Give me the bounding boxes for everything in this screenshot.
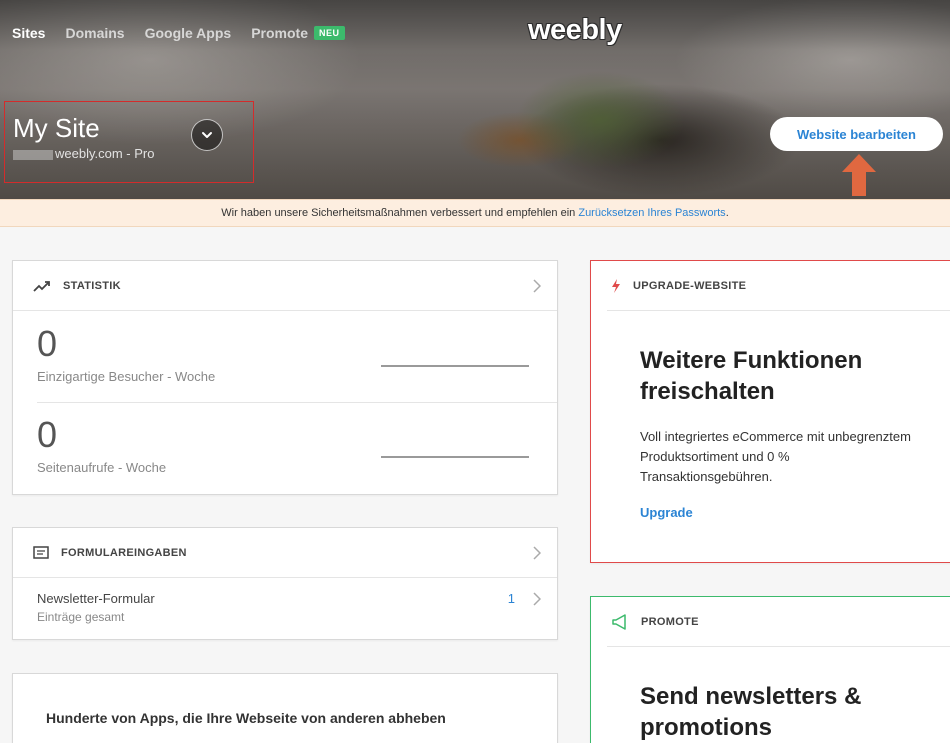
promote-card: PROMOTE Send newsletters & promotions [590,596,950,743]
stat-label: Einzigartige Besucher - Woche [37,369,216,384]
form-sub: Einträge gesamt [37,610,125,624]
upgrade-link[interactable]: Upgrade [640,505,693,520]
trending-up-icon [33,280,50,292]
chevron-right-icon[interactable] [533,592,541,606]
stats-title: STATISTIK [63,279,121,292]
stat-unique-visitors: 0 Einzigartige Besucher - Woche [37,323,215,384]
stat-value: 0 [37,414,58,455]
site-url-text: weebly.com - Pro [55,146,155,161]
reset-password-link[interactable]: Zurücksetzen Ihres Passworts [578,207,725,219]
stat-sparkline [381,456,529,458]
promote-card-header: PROMOTE [607,597,950,647]
site-name: My Site [13,113,100,143]
edit-website-button[interactable]: Website bearbeiten [770,117,943,151]
nav-google-apps[interactable]: Google Apps [145,25,232,41]
lightning-icon [612,278,620,293]
banner-suffix: . [725,207,729,219]
chevron-right-icon [533,278,541,293]
chevron-right-icon [533,545,541,560]
upgrade-heading-line1: Weitere Funktionen [640,347,863,374]
redacted-subdomain [13,149,53,160]
form-row-newsletter[interactable]: Newsletter-Formular Einträge gesamt [37,591,155,624]
new-badge: NEU [313,26,345,40]
apps-card: Hunderte von Apps, die Ihre Webseite von… [12,673,558,743]
site-url: weebly.com - Pro [13,146,154,161]
promote-title: PROMOTE [641,615,699,628]
upgrade-body-line1: Voll integriertes eCommerce mit unbegren… [640,429,911,444]
site-selector: My Site weebly.com - Pro [4,101,254,183]
upgrade-title: UPGRADE-WEBSITE [633,279,747,292]
upgrade-heading-line2: freischalten [640,378,775,405]
site-dropdown-button[interactable] [191,119,223,151]
arrow-up-icon [842,154,876,196]
top-nav: Sites Domains Google Apps Promote NEU [12,25,345,41]
form-name: Newsletter-Formular [37,591,155,606]
nav-promote[interactable]: Promote [251,25,308,41]
upgrade-body-line2: Produktsortiment und 0 % [640,449,790,464]
chevron-down-icon [202,132,212,138]
forms-card: FORMULAREINGABEN Newsletter-Formular Ein… [12,527,558,640]
form-icon [33,546,49,559]
promote-heading-line1: Send newsletters & [640,683,862,710]
form-entry-count: 1 [507,591,515,606]
upgrade-card: UPGRADE-WEBSITE Weitere Funktionen freis… [590,260,950,563]
forms-title: FORMULAREINGABEN [61,546,187,559]
apps-title: Hunderte von Apps, die Ihre Webseite von… [46,710,446,726]
hero-header: Sites Domains Google Apps Promote NEU we… [0,0,950,199]
nav-domains[interactable]: Domains [65,25,124,41]
stat-label: Seitenaufrufe - Woche [37,460,167,475]
stats-card-header[interactable]: STATISTIK [13,261,557,311]
nav-sites[interactable]: Sites [12,25,45,41]
divider [37,402,557,403]
banner-text: Wir haben unsere Sicherheitsmaßnahmen ve… [221,207,576,219]
megaphone-icon [612,613,626,630]
stat-value: 0 [37,323,58,364]
upgrade-card-header: UPGRADE-WEBSITE [607,261,950,311]
weebly-logo[interactable]: weebly [528,14,622,47]
stats-card: STATISTIK 0 Einzigartige Besucher - Woch… [12,260,558,495]
upgrade-body-line3: Transaktionsgebühren. [640,469,773,484]
stat-sparkline [381,365,529,367]
forms-card-header[interactable]: FORMULAREINGABEN [13,528,557,578]
security-banner: Wir haben unsere Sicherheitsmaßnahmen ve… [0,199,950,227]
stat-page-views: 0 Seitenaufrufe - Woche [37,414,166,475]
promote-heading-line2: promotions [640,714,772,741]
